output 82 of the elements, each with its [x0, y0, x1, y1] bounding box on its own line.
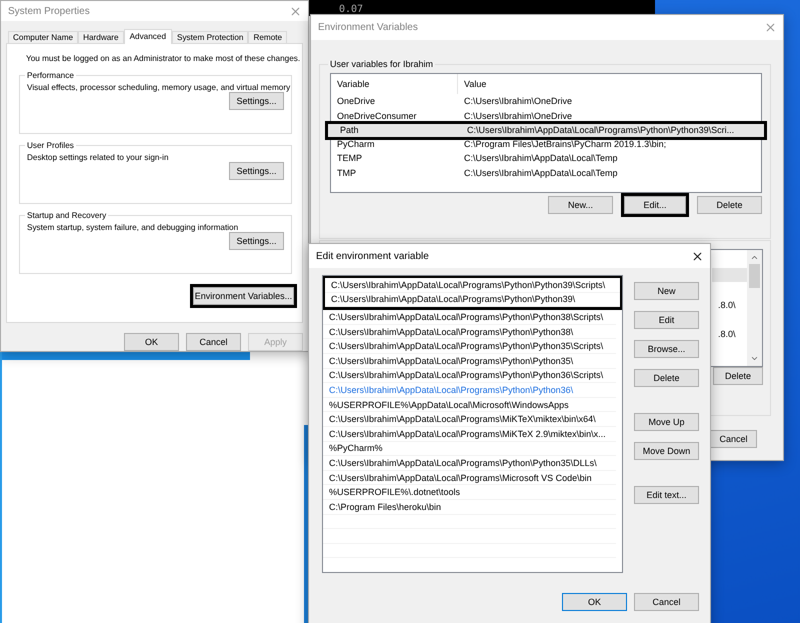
table-row[interactable]: .8.0\	[712, 327, 748, 341]
table-row[interactable]: TMP C:\Users\Ibrahim\AppData\Local\Temp	[331, 166, 761, 180]
dialog-button[interactable]: OK	[124, 333, 179, 351]
path-entry[interactable]: C:\Users\Ibrahim\AppData\Local\Programs\Python\Python38\Scripts\	[323, 310, 616, 325]
settings-button[interactable]: Settings...	[229, 92, 284, 110]
admin-note: You must be logged on as an Administrator to make most of these changes.	[26, 53, 300, 64]
settings-button[interactable]: Settings...	[229, 162, 284, 180]
path-entry[interactable]: C:\Users\Ibrahim\AppData\Local\Programs\Python\Python39\	[325, 292, 620, 308]
cancel-button[interactable]: Cancel	[710, 430, 757, 448]
group-label: User Profiles	[26, 141, 75, 150]
path-entry[interactable]: C:\Program Files\heroku\bin	[323, 500, 616, 514]
table-row[interactable]: .8.0\	[712, 298, 748, 312]
window-title: System Properties	[8, 6, 90, 16]
variable-button[interactable]: Delete	[713, 367, 763, 385]
window-title: Edit environment variable	[316, 250, 429, 262]
group-description: System startup, system failure, and debugging information	[27, 223, 238, 232]
group-description: Desktop settings related to your sign-in	[27, 153, 169, 162]
path-entry[interactable]: %USERPROFILE%\AppData\Local\Microsoft\WindowsApps	[323, 398, 616, 412]
dialog-button[interactable]: Cancel	[634, 593, 699, 611]
path-entry[interactable]: %PyCharm%	[323, 442, 616, 456]
action-button[interactable]: Move Up	[634, 413, 699, 431]
scroll-thumb[interactable]	[749, 264, 760, 288]
table-cell-text: Path	[339, 125, 360, 136]
tab[interactable]: Hardware	[78, 31, 124, 43]
table-cell-text: C:\Program Files\JetBrains\PyCharm 2019.1.3\bin;	[463, 138, 666, 149]
table-cell-text: C:\Users\Ibrahim\OneDrive	[463, 110, 572, 121]
scrollbar[interactable]	[747, 250, 762, 366]
tab[interactable]: Computer Name	[8, 31, 78, 43]
path-entry[interactable]: C:\Users\Ibrahim\AppData\Local\Programs\Python\Python35\	[323, 354, 616, 369]
table-row[interactable]: TEMP C:\Users\Ibrahim\AppData\Local\Temp	[331, 151, 761, 166]
window-title: Environment Variables	[318, 22, 418, 33]
path-entry[interactable]: %USERPROFILE%\.dotnet\tools	[323, 485, 616, 500]
table-row[interactable]: OneDrive C:\Users\Ibrahim\OneDrive	[331, 94, 761, 108]
table-cell-text: TEMP	[336, 153, 364, 164]
table-cell-text: C:\Users\Ibrahim\OneDrive	[463, 96, 572, 106]
column-header[interactable]: Value	[458, 74, 486, 94]
path-entry[interactable]: C:\Users\Ibrahim\AppData\Local\Programs\MiKTeX\miktex\bin\x64\	[323, 412, 616, 427]
settings-button[interactable]: Settings...	[229, 232, 284, 250]
table-row[interactable]: OneDriveConsumer C:\Users\Ibrahim\OneDrive	[331, 108, 761, 123]
table-cell-text: C:\Users\Ibrahim\AppData\Local\Temp	[463, 153, 618, 164]
table-cell-text: C:\Users\Ibrahim\AppData\Local\Temp	[463, 168, 618, 178]
close-icon[interactable]	[691, 250, 704, 262]
path-entry[interactable]: C:\Users\Ibrahim\AppData\Local\Programs\Python\Python39\Scripts\	[325, 278, 620, 293]
terminal-output: 0.07	[339, 4, 364, 15]
table-cell-text: OneDriveConsumer	[336, 110, 418, 121]
scroll-up-icon[interactable]	[750, 253, 759, 262]
path-entry[interactable]: C:\Users\Ibrahim\AppData\Local\Programs\Python\Python35\DLLs\	[323, 456, 616, 471]
action-button[interactable]: Edit text...	[634, 486, 699, 504]
table-cell-text: PyCharm	[336, 138, 376, 149]
variable-button[interactable]: Edit...	[624, 196, 686, 214]
table-cell-text: TMP	[336, 168, 357, 178]
action-button[interactable]: Move Down	[634, 442, 699, 460]
table-cell-text: C:\Users\Ibrahim\AppData\Local\Programs\Python\Python39\Scri...	[466, 125, 734, 136]
path-entry[interactable]: C:\Users\Ibrahim\AppData\Local\Programs\Python\Python38\	[323, 324, 616, 340]
dialog-button[interactable]: Cancel	[186, 333, 241, 351]
table-cell-text: .8.0\	[717, 300, 736, 310]
variable-button[interactable]: Delete	[697, 196, 762, 214]
dialog-button[interactable]: OK	[562, 593, 627, 611]
path-entry[interactable]: C:\Users\Ibrahim\AppData\Local\Programs\Python\Python36\Scripts\	[323, 368, 616, 384]
table-cell-text: OneDrive	[336, 96, 376, 106]
table-cell-text: .8.0\	[717, 329, 736, 339]
path-entry[interactable]: C:\Users\Ibrahim\AppData\Local\Programs\Microsoft VS Code\bin	[323, 470, 616, 486]
tab[interactable]: System Protection	[172, 31, 248, 43]
table-row[interactable]	[712, 268, 748, 282]
tab[interactable]: Remote	[248, 31, 288, 43]
action-button[interactable]: Browse...	[634, 340, 699, 358]
path-entry[interactable]: C:\Users\Ibrahim\AppData\Local\Programs\MiKTeX 2.9\miktex\bin\x...	[323, 426, 616, 442]
environment-variables-button[interactable]: Environment Variables...	[193, 287, 294, 305]
scroll-down-icon[interactable]	[750, 354, 759, 363]
column-header[interactable]: Variable	[331, 74, 458, 94]
group-description: Visual effects, processor scheduling, memory usage, and virtual memory	[27, 83, 290, 92]
variable-button[interactable]: New...	[548, 196, 613, 214]
path-edit-field[interactable]: C:\Users\Ibrahim\AppData\Local\Programs\Python\Python36\	[329, 384, 616, 395]
action-button[interactable]: New	[634, 282, 699, 300]
path-entry[interactable]: C:\Users\Ibrahim\AppData\Local\Programs\Python\Python35\Scripts\	[323, 339, 616, 354]
group-label: User variables for Ibrahim	[329, 59, 434, 69]
group-label: Startup and Recovery	[26, 211, 108, 220]
group-label: Performance	[26, 71, 75, 80]
action-button[interactable]: Delete	[634, 369, 699, 387]
table-row[interactable]: Path C:\Users\Ibrahim\AppData\Local\Programs\Python\Python39\Scri...	[325, 120, 767, 140]
action-button[interactable]: Edit	[634, 311, 699, 329]
tab[interactable]: Advanced	[124, 29, 172, 44]
